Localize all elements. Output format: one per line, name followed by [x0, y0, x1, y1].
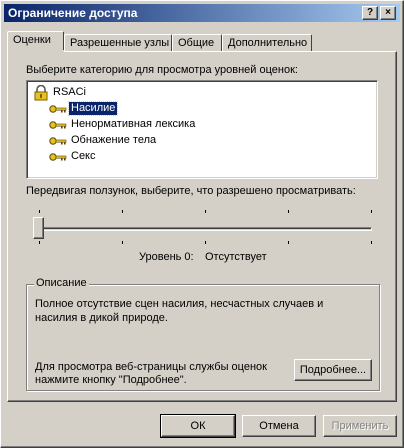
key-icon — [49, 105, 67, 113]
tree-item-label: Насилие — [67, 101, 119, 116]
description-caption: Описание — [34, 277, 89, 289]
tree-item-label: Обнажение тела — [71, 134, 157, 146]
tree-root-label: RSACi — [53, 86, 87, 98]
slider-tick — [371, 210, 372, 213]
more-info-text: Для просмотра веб-страницы службы оценок… — [35, 361, 267, 386]
slider-tick — [288, 241, 289, 244]
window-title: Ограничение доступа — [8, 6, 138, 20]
tree-item-label: Ненормативная лексика — [71, 118, 196, 130]
lock-icon — [34, 85, 48, 101]
slider-tick — [39, 210, 40, 213]
tree-item-label: Секс — [71, 150, 96, 162]
tab-advanced[interactable]: Дополнительно — [222, 34, 312, 52]
content-advisor-dialog: Ограничение доступа ? × Оценки Разрешенн… — [0, 0, 404, 448]
key-icon — [49, 137, 67, 145]
description-text: Полное отсутствие сцен насилия, несчастн… — [35, 298, 324, 324]
ok-button[interactable]: ОК — [160, 414, 236, 438]
slider-tick — [122, 241, 123, 244]
slider-tick — [371, 241, 372, 244]
slider-tick — [205, 241, 206, 244]
more-info-button[interactable]: Подробнее... — [294, 359, 372, 381]
cancel-button[interactable]: Отмена — [242, 415, 316, 437]
title-bar[interactable]: Ограничение доступа ? × — [4, 4, 400, 22]
help-button[interactable]: ? — [362, 6, 378, 20]
tab-approved-sites[interactable]: Разрешенные узлы — [64, 34, 172, 52]
category-tree[interactable]: RSACi Насилие Ненормативная лексика Обна… — [26, 80, 378, 179]
active-tab-join — [8, 50, 64, 53]
level-value: Отсутствует — [205, 251, 267, 263]
category-prompt: Выберите категорию для просмотра уровней… — [26, 64, 298, 76]
key-icon — [49, 153, 67, 161]
key-icon — [49, 121, 67, 129]
apply-button[interactable]: Применить — [323, 415, 397, 437]
slider-tick — [122, 210, 123, 213]
slider-tick — [205, 210, 206, 213]
close-button[interactable]: × — [380, 6, 396, 20]
tab-ratings[interactable]: Оценки — [7, 31, 64, 52]
slider-tick — [39, 241, 40, 244]
tab-general[interactable]: Общие — [172, 34, 222, 52]
rating-slider-track[interactable] — [39, 227, 372, 231]
rating-slider-thumb[interactable] — [33, 217, 44, 239]
slider-prompt: Передвигая ползунок, выберите, что разре… — [26, 185, 356, 197]
level-label: Уровень 0: — [139, 251, 194, 263]
slider-tick — [288, 210, 289, 213]
